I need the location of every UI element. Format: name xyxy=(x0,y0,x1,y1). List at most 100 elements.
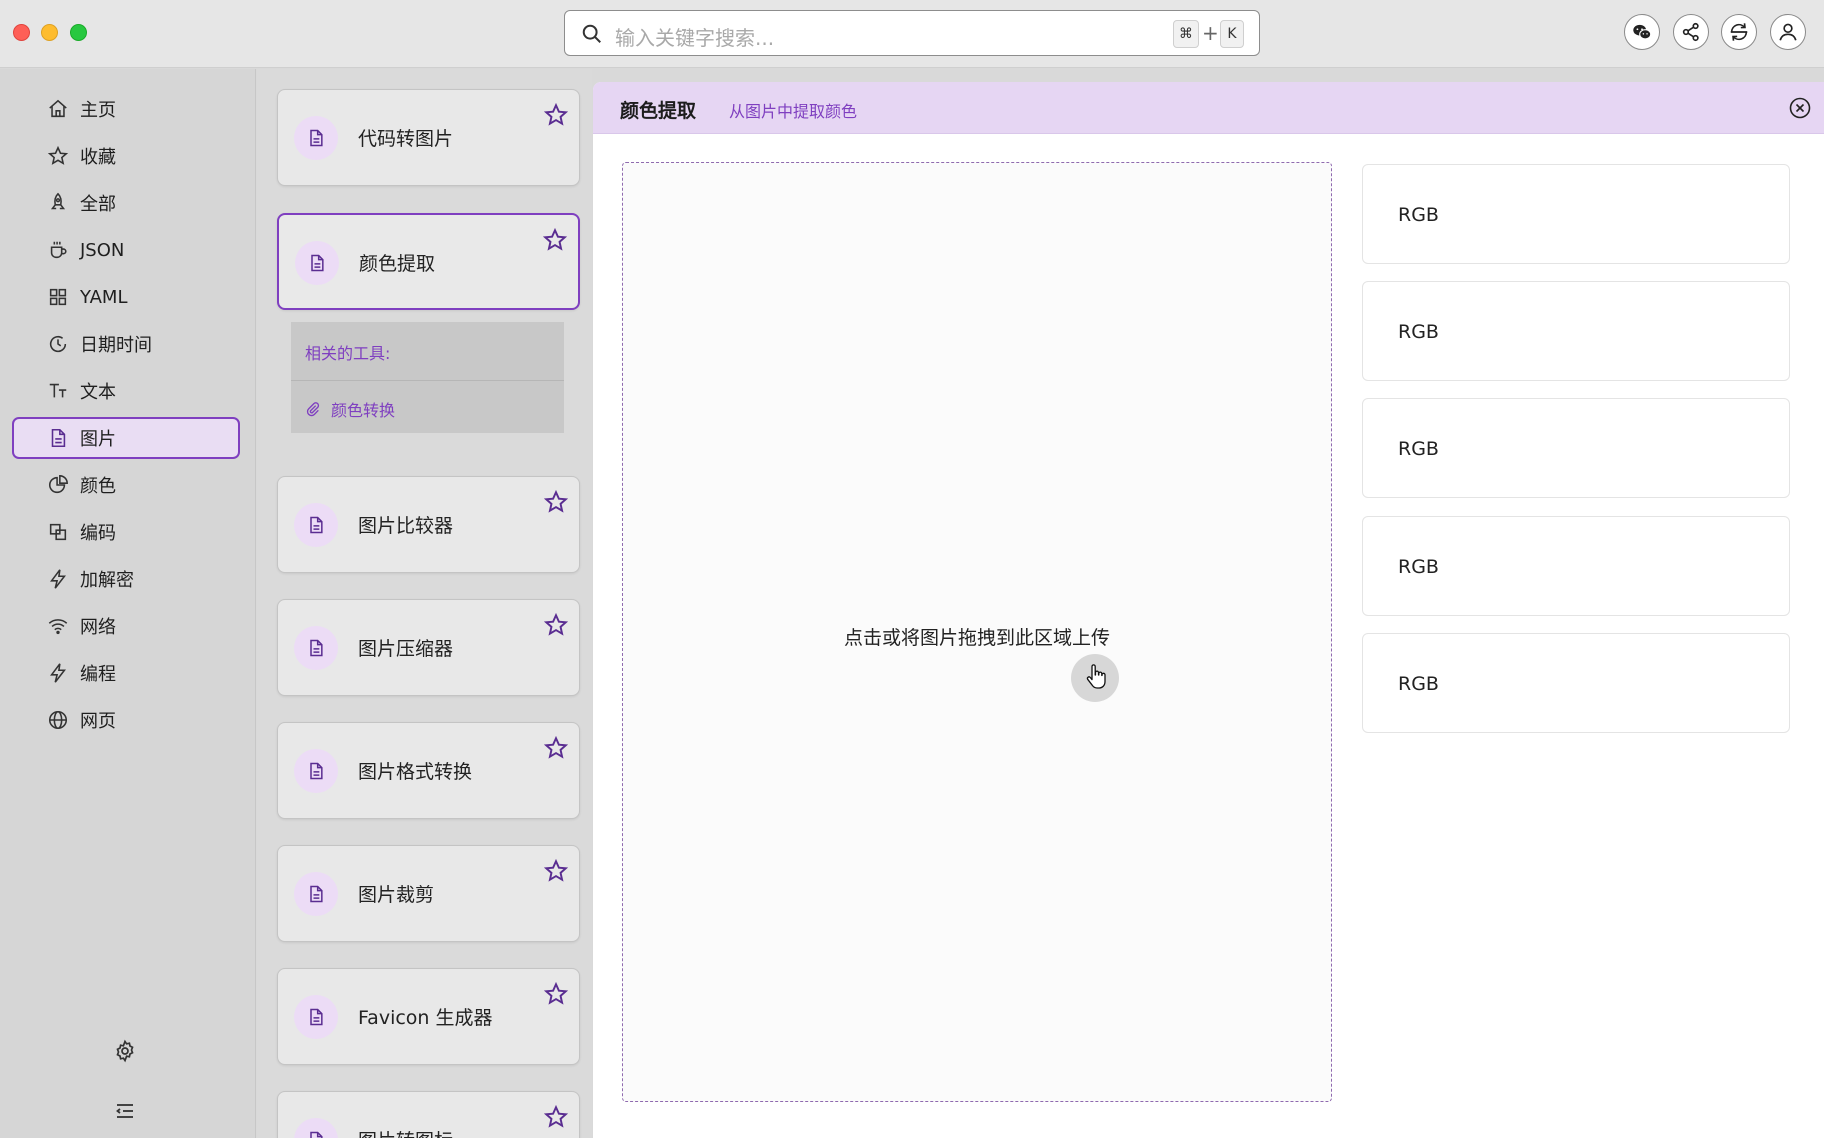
clock-icon xyxy=(46,332,70,356)
rgb-color-box[interactable]: RGB xyxy=(1362,281,1790,381)
rocket-icon xyxy=(46,191,70,215)
image-file-icon xyxy=(294,749,338,793)
image-upload-dropzone[interactable]: 点击或将图片拖拽到此区域上传 xyxy=(622,162,1332,1102)
sidebar-item-label: 加解密 xyxy=(80,570,134,591)
sidebar-item-encoding[interactable]: 编码 xyxy=(12,511,240,553)
rgb-color-box[interactable]: RGB xyxy=(1362,516,1790,616)
favorite-star-icon[interactable] xyxy=(543,612,569,638)
wechat-icon xyxy=(1633,24,1652,40)
favorite-star-icon[interactable] xyxy=(543,102,569,128)
sidebar-item-label: 主页 xyxy=(80,100,116,121)
tool-list: 代码转图片 颜色提取 相关的工具: 颜色转换 图片比较器 图片压缩器 图片格式转… xyxy=(257,69,592,1138)
image-file-icon xyxy=(294,626,338,670)
tool-card-label: 代码转图片 xyxy=(358,128,454,150)
sidebar-item-all[interactable]: 全部 xyxy=(12,182,240,224)
sidebar-item-label: YAML xyxy=(80,286,128,308)
shortcut-cmd-key: ⌘ xyxy=(1173,20,1199,48)
sidebar-item-label: 全部 xyxy=(80,194,116,215)
rgb-color-box[interactable]: RGB xyxy=(1362,398,1790,498)
image-file-icon xyxy=(46,426,70,450)
tool-card[interactable]: 图片压缩器 xyxy=(277,599,580,696)
rgb-label: RGB xyxy=(1398,673,1439,695)
sidebar-item-label: 图片 xyxy=(80,429,116,450)
tool-card-label: Favicon 生成器 xyxy=(358,1007,493,1029)
tool-card-label: 图片压缩器 xyxy=(358,638,454,660)
tool-card-label: 图片转图标 xyxy=(358,1126,453,1138)
tool-card-label: 颜色提取 xyxy=(359,253,436,275)
rgb-color-box[interactable]: RGB xyxy=(1362,164,1790,264)
dropzone-text: 点击或将图片拖拽到此区域上传 xyxy=(843,627,1110,649)
rgb-color-box[interactable]: RGB xyxy=(1362,633,1790,733)
favorite-star-icon[interactable] xyxy=(543,981,569,1007)
image-file-icon xyxy=(294,872,338,916)
tool-card[interactable]: 图片比较器 xyxy=(277,476,580,573)
bolt-icon xyxy=(46,567,70,591)
search-icon xyxy=(582,24,601,43)
tool-card-label: 图片裁剪 xyxy=(358,884,435,906)
image-file-icon xyxy=(294,995,338,1039)
sidebar-item-crypto[interactable]: 加解密 xyxy=(12,558,240,600)
sidebar-item-color[interactable]: 颜色 xyxy=(12,464,240,506)
copy-icon xyxy=(46,520,70,544)
image-file-icon xyxy=(294,116,338,160)
sidebar-item-image[interactable]: 图片 xyxy=(12,417,240,459)
tool-card[interactable]: 图片裁剪 xyxy=(277,845,580,942)
divider xyxy=(291,380,564,381)
menu-collapse-icon[interactable] xyxy=(113,1099,137,1123)
share-button[interactable] xyxy=(1673,14,1709,50)
page-title: 颜色提取 xyxy=(620,100,697,122)
favorite-star-icon[interactable] xyxy=(543,489,569,515)
related-tool-link[interactable]: 颜色转换 xyxy=(305,397,395,421)
pointer-cursor xyxy=(1071,654,1119,702)
main-panel: 颜色提取 从图片中提取颜色 点击或将图片拖拽到此区域上传 RGB RGB RGB… xyxy=(593,82,1824,1138)
tool-card[interactable]: 代码转图片 xyxy=(277,89,580,186)
user-button[interactable] xyxy=(1770,14,1806,50)
sidebar-item-favorites[interactable]: 收藏 xyxy=(12,135,240,177)
pie-icon xyxy=(46,473,70,497)
sidebar-item-yaml[interactable]: YAML xyxy=(12,276,240,318)
related-tools-panel: 相关的工具: 颜色转换 xyxy=(291,322,564,433)
sidebar-item-label: 颜色 xyxy=(80,476,116,497)
sidebar-item-json[interactable]: JSON xyxy=(12,229,240,271)
sidebar-item-label: 网页 xyxy=(80,711,116,732)
title-bar: 输入关键字搜索... ⌘ + K xyxy=(0,0,1824,68)
sidebar-item-network[interactable]: 网络 xyxy=(12,605,240,647)
sidebar-item-web[interactable]: 网页 xyxy=(12,699,240,741)
sidebar-item-programming[interactable]: 编程 xyxy=(12,652,240,694)
sidebar-item-label: 编程 xyxy=(80,664,116,685)
home-icon xyxy=(46,97,70,121)
rgb-label: RGB xyxy=(1398,204,1439,226)
tool-card[interactable]: 颜色提取 xyxy=(277,213,580,310)
sidebar-item-home[interactable]: 主页 xyxy=(12,88,240,130)
cup-icon xyxy=(46,238,70,262)
settings-icon[interactable] xyxy=(113,1039,137,1063)
favorite-star-icon[interactable] xyxy=(542,227,568,253)
favorite-star-icon[interactable] xyxy=(543,858,569,884)
close-icon[interactable] xyxy=(1788,96,1812,120)
favorite-star-icon[interactable] xyxy=(543,735,569,761)
tool-card[interactable]: 图片格式转换 xyxy=(277,722,580,819)
sidebar-item-datetime[interactable]: 日期时间 xyxy=(12,323,240,365)
minimize-window-button[interactable] xyxy=(41,24,58,41)
close-window-button[interactable] xyxy=(13,24,30,41)
rgb-label: RGB xyxy=(1398,438,1439,460)
wechat-button[interactable] xyxy=(1624,14,1660,50)
tool-card[interactable]: Favicon 生成器 xyxy=(277,968,580,1065)
hand-cursor-icon xyxy=(1086,664,1106,689)
sync-button[interactable] xyxy=(1721,14,1757,50)
search-input[interactable]: 输入关键字搜索... ⌘ + K xyxy=(564,10,1260,56)
favorite-star-icon[interactable] xyxy=(543,1104,569,1130)
page-subtitle: 从图片中提取颜色 xyxy=(729,102,858,121)
tool-card[interactable]: 图片转图标 xyxy=(277,1091,580,1138)
zoom-window-button[interactable] xyxy=(70,24,87,41)
image-file-icon xyxy=(294,503,338,547)
search-placeholder: 输入关键字搜索... xyxy=(615,26,775,50)
image-file-icon xyxy=(294,1118,338,1138)
tool-card-label: 图片格式转换 xyxy=(358,761,473,783)
rgb-label: RGB xyxy=(1398,321,1439,343)
sidebar-item-text[interactable]: 文本 xyxy=(12,370,240,412)
sidebar-item-label: 文本 xyxy=(80,382,116,403)
bolt-icon xyxy=(46,661,70,685)
sidebar-item-label: 网络 xyxy=(80,617,116,638)
sidebar: 主页 收藏 全部 JSON YAML 日期时间 文本 图片 颜色 编码 加解密 xyxy=(0,69,256,1138)
